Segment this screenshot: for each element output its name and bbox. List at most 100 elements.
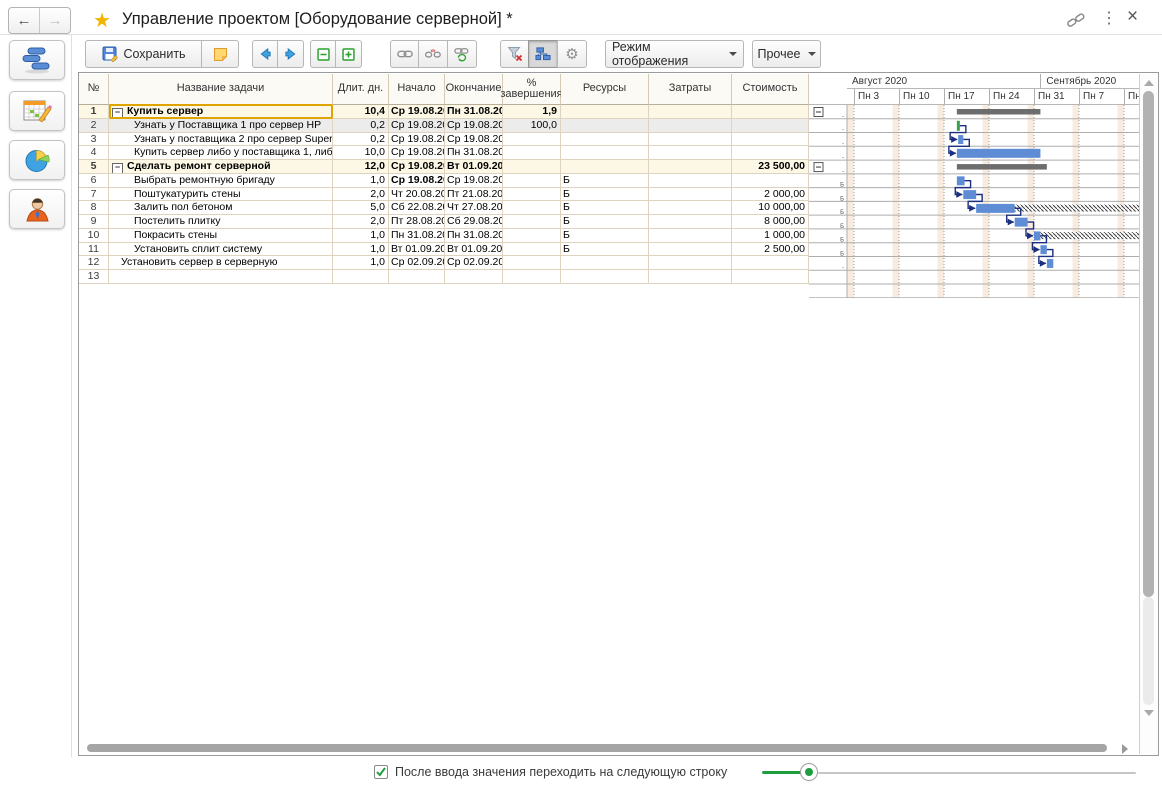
cell-percent-complete[interactable] (503, 270, 561, 283)
cell-row-number[interactable]: 1 (79, 105, 109, 118)
view-calendar-button[interactable] (9, 91, 65, 131)
cell-cost[interactable] (732, 174, 809, 187)
cell-row-number[interactable]: 3 (79, 133, 109, 146)
cell-task-name[interactable]: Узнать у поставщика 2 про сервер Supermi… (109, 133, 333, 146)
cell-end-date[interactable]: Ср 02.09.20 (445, 256, 503, 269)
display-mode-button[interactable]: Режим отображения (605, 40, 744, 68)
cell-end-date[interactable]: Чт 27.08.20 (445, 201, 503, 214)
close-icon[interactable]: × (1127, 6, 1138, 28)
cell-end-date[interactable]: Ср 19.08.20 (445, 133, 503, 146)
cell-end-date[interactable]: Пт 21.08.20 (445, 188, 503, 201)
favorite-star-icon[interactable]: ★ (93, 8, 111, 33)
collapse-toggle-icon[interactable]: − (112, 163, 123, 173)
move-left-button[interactable] (252, 40, 279, 68)
cell-percent-complete[interactable] (503, 215, 561, 228)
cell-cost[interactable] (732, 146, 809, 159)
refresh-links-button[interactable] (447, 40, 477, 68)
cell-duration[interactable]: 1,0 (333, 174, 389, 187)
cell-percent-complete[interactable] (503, 146, 561, 159)
cell-task-name[interactable]: Узнать у Поставщика 1 про сервер HP (109, 119, 333, 132)
cell-expenses[interactable] (649, 256, 732, 269)
horizontal-scroll-thumb[interactable] (87, 744, 1107, 752)
cell-start-date[interactable]: Вт 01.09.20 (389, 243, 445, 256)
column-header-1[interactable]: № (79, 74, 109, 105)
column-header-4[interactable]: Начало (389, 74, 445, 105)
cell-duration[interactable]: 12,0 (333, 160, 389, 173)
gantt-bar-complete-row2[interactable] (957, 121, 960, 131)
cell-task-name[interactable]: Поштукатурить стены (109, 188, 333, 201)
cell-row-number[interactable]: 4 (79, 146, 109, 159)
collapse-toggle-icon[interactable]: − (112, 108, 123, 118)
scroll-right-icon[interactable] (1122, 744, 1128, 754)
cell-row-number[interactable]: 10 (79, 229, 109, 242)
cell-resources[interactable]: Б (561, 174, 649, 187)
cell-resources[interactable] (561, 256, 649, 269)
table-row-5[interactable]: 5−Сделать ремонт серверной12,0Ср 19.08.2… (79, 160, 809, 174)
cell-duration[interactable]: 10,4 (333, 105, 389, 118)
cell-expenses[interactable] (649, 188, 732, 201)
scroll-up-icon[interactable] (1144, 80, 1154, 86)
cell-duration[interactable]: 0,2 (333, 119, 389, 132)
cell-start-date[interactable]: Чт 20.08.20 (389, 188, 445, 201)
cell-duration[interactable]: 0,2 (333, 133, 389, 146)
gantt-bar-task-row8[interactable] (976, 204, 1015, 213)
cell-expenses[interactable] (649, 201, 732, 214)
cell-task-name[interactable]: Покрасить стены (109, 229, 333, 242)
table-row-8[interactable]: 8Залить пол бетоном5,0Сб 22.08.20Чт 27.0… (79, 201, 809, 215)
cell-row-number[interactable]: 7 (79, 188, 109, 201)
cell-resources[interactable] (561, 270, 649, 283)
cell-percent-complete[interactable] (503, 229, 561, 242)
cell-row-number[interactable]: 9 (79, 215, 109, 228)
cell-cost[interactable]: 23 500,00 (732, 160, 809, 173)
cell-resources[interactable]: Б (561, 229, 649, 242)
gantt-bar-task-row4[interactable] (957, 149, 1041, 158)
cell-start-date[interactable]: Ср 19.08.20 (389, 160, 445, 173)
cell-task-name[interactable] (109, 270, 333, 283)
cell-end-date[interactable]: Ср 19.08.20 (445, 119, 503, 132)
cell-percent-complete[interactable] (503, 256, 561, 269)
cell-start-date[interactable]: Сб 22.08.20 (389, 201, 445, 214)
back-button[interactable]: ← (9, 8, 40, 33)
cell-start-date[interactable]: Ср 19.08.20 (389, 146, 445, 159)
save-options-button[interactable] (201, 40, 239, 68)
cell-task-name[interactable]: Установить сплит систему (109, 243, 333, 256)
cell-row-number[interactable]: 11 (79, 243, 109, 256)
gantt-bar-task-row10[interactable] (1034, 231, 1040, 240)
cell-task-name[interactable]: Купить сервер либо у поставщика 1, либо … (109, 146, 333, 159)
column-header-9[interactable]: Стоимость (732, 74, 809, 105)
cell-end-date[interactable]: Ср 19.08.20 (445, 174, 503, 187)
vertical-scrollbar[interactable] (1139, 74, 1158, 754)
cell-duration[interactable] (333, 270, 389, 283)
cell-resources[interactable] (561, 119, 649, 132)
cell-end-date[interactable]: Пн 31.08.20 (445, 146, 503, 159)
expand-all-button[interactable] (335, 40, 362, 68)
cell-duration[interactable]: 1,0 (333, 243, 389, 256)
table-row-10[interactable]: 10Покрасить стены1,0Пн 31.08.20Пн 31.08.… (79, 229, 809, 243)
cell-row-number[interactable]: 13 (79, 270, 109, 283)
cell-percent-complete[interactable] (503, 243, 561, 256)
cell-expenses[interactable] (649, 133, 732, 146)
gantt-structure-button[interactable] (528, 40, 558, 68)
cell-duration[interactable]: 10,0 (333, 146, 389, 159)
scroll-down-icon[interactable] (1144, 710, 1154, 716)
cell-percent-complete[interactable] (503, 188, 561, 201)
cell-end-date[interactable]: Пн 31.08.20 (445, 105, 503, 118)
cell-task-name[interactable]: Постелить плитку (109, 215, 333, 228)
cell-start-date[interactable]: Ср 19.08.20 (389, 174, 445, 187)
cell-cost[interactable]: 2 500,00 (732, 243, 809, 256)
cell-expenses[interactable] (649, 243, 732, 256)
cell-row-number[interactable]: 6 (79, 174, 109, 187)
cell-task-name[interactable]: Залить пол бетоном (109, 201, 333, 214)
cell-cost[interactable] (732, 105, 809, 118)
cell-cost[interactable] (732, 270, 809, 283)
cell-duration[interactable]: 1,0 (333, 256, 389, 269)
cell-task-name[interactable]: Установить сервер в серверную (109, 256, 333, 269)
more-menu-icon[interactable]: ⋮ (1101, 8, 1117, 28)
move-right-button[interactable] (277, 40, 304, 68)
after-input-checkbox[interactable] (374, 765, 388, 779)
cell-duration[interactable]: 5,0 (333, 201, 389, 214)
zoom-slider-active-track[interactable] (762, 771, 802, 774)
column-header-8[interactable]: Затраты (649, 74, 732, 105)
cell-expenses[interactable] (649, 160, 732, 173)
cell-resources[interactable] (561, 105, 649, 118)
